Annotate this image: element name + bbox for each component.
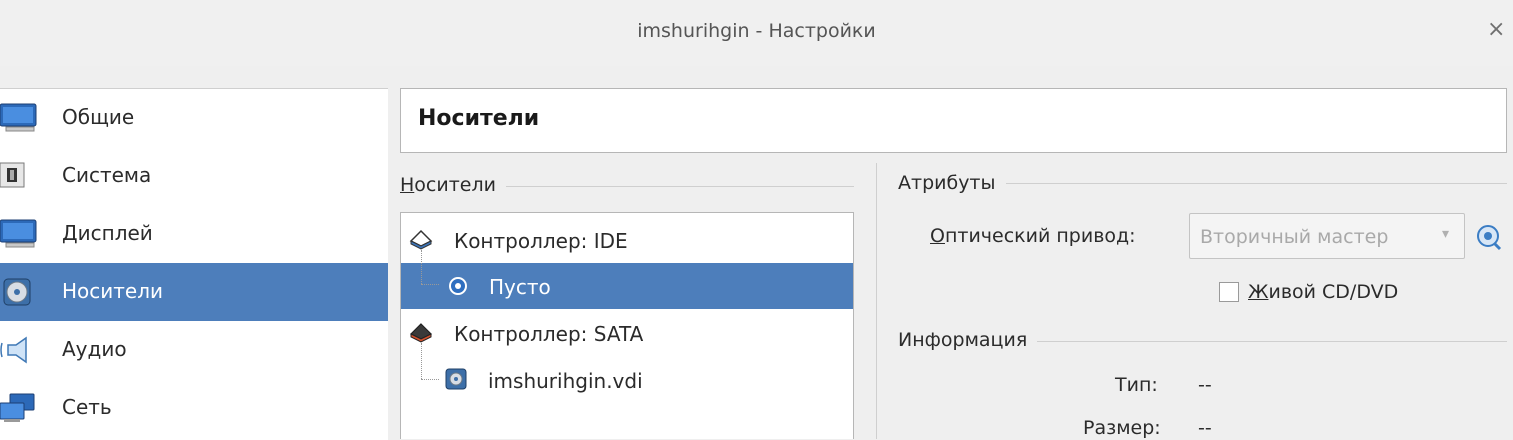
display-icon [0,219,40,249]
tree-item-label: Контроллер: SATA [454,322,644,346]
tree-branch-line [421,250,422,284]
attributes-group-title: Атрибуты [898,172,1006,194]
optical-drive-label: Оптический привод: [930,225,1136,247]
page-title: Носители [418,106,540,131]
tree-item-ide-controller[interactable]: Контроллер: IDE [401,217,853,263]
sidebar-item-general[interactable]: Общие [0,89,388,147]
storage-disc-icon [0,277,40,307]
size-label: Размер: [1083,417,1161,439]
type-value: -- [1198,374,1212,396]
tree-item-hard-disk[interactable]: imshurihgin.vdi [401,357,853,403]
tree-item-empty-optical[interactable]: Пусто [401,263,853,309]
live-cd-checkbox[interactable] [1219,282,1239,302]
hard-disk-icon [445,368,467,394]
tree-branch-line [421,284,439,285]
sidebar-item-display[interactable]: Дисплей [0,205,388,263]
tree-branch-line [421,343,422,379]
optical-disc-icon [448,276,468,300]
sidebar-item-label: Носители [62,279,164,303]
tree-item-sata-controller[interactable]: Контроллер: SATA [401,310,853,356]
live-cd-label[interactable]: Живой CD/DVD [1248,281,1398,303]
tree-item-label: imshurihgin.vdi [488,369,643,393]
tree-item-label: Пусто [489,275,551,299]
sidebar-item-label: Сеть [62,395,112,419]
sidebar-item-label: Дисплей [62,221,153,245]
title-bar: imshurihgin - Настройки × [0,0,1513,66]
page-header: Носители [400,88,1507,153]
speaker-icon [0,335,40,365]
network-icon [0,393,40,423]
choose-disk-image-icon[interactable] [1475,223,1503,255]
tree-item-label: Контроллер: IDE [454,229,628,253]
settings-sidebar: Общие Система Дисплей Носители Аудио Сет… [0,88,388,440]
storage-group-title: Носители [400,174,506,196]
optical-drive-value: Вторичный мастер [1200,226,1389,248]
sidebar-item-label: Аудио [62,337,127,361]
information-group-title: Информация [898,329,1038,351]
motherboard-icon [0,161,40,191]
storage-tree[interactable]: Контроллер: IDE Пусто Контроллер: SATA i… [400,212,854,439]
type-label: Тип: [1115,374,1158,396]
close-icon[interactable]: × [1487,17,1505,42]
panel-separator [876,163,877,439]
monitor-icon [0,103,40,133]
size-value: -- [1198,417,1212,439]
sidebar-item-label: Система [62,163,152,187]
sidebar-item-label: Общие [62,105,135,129]
sidebar-item-storage[interactable]: Носители [0,263,388,321]
optical-drive-select[interactable]: Вторичный мастер ▾ [1189,213,1465,259]
tree-branch-line [421,379,439,380]
sidebar-item-system[interactable]: Система [0,147,388,205]
sidebar-item-audio[interactable]: Аудио [0,321,388,379]
sidebar-item-network[interactable]: Сеть [0,379,388,437]
chevron-down-icon: ▾ [1442,226,1450,242]
window-title: imshurihgin - Настройки [637,20,876,42]
